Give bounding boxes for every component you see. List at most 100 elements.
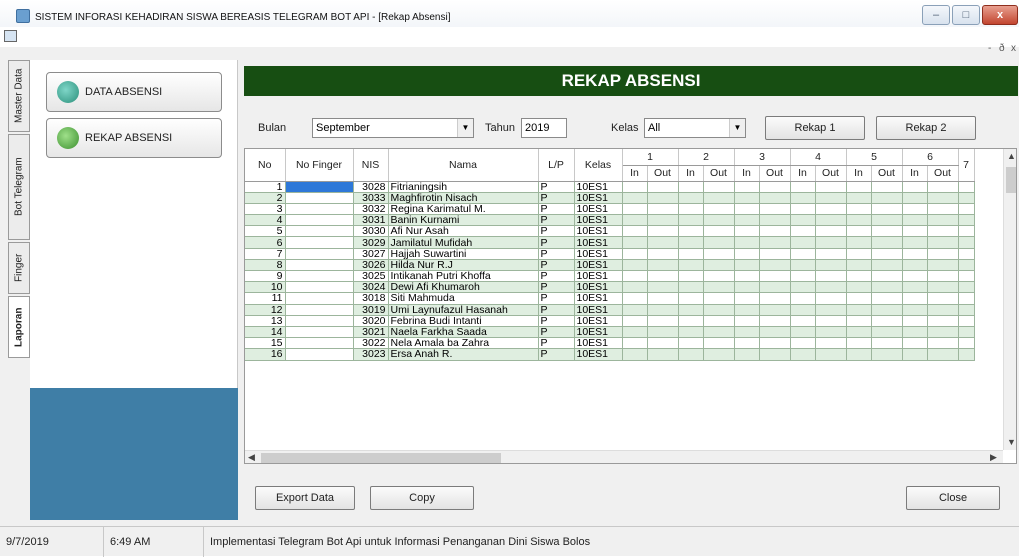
cell-kelas[interactable]: 10ES1 [574, 259, 623, 272]
cell-attendance[interactable] [815, 236, 847, 249]
cell-attendance[interactable] [790, 348, 816, 361]
cell-attendance[interactable] [790, 270, 816, 283]
cell-attendance[interactable] [734, 292, 760, 305]
cell-nama[interactable]: Dewi Afi Khumaroh [388, 281, 539, 294]
cell-attendance[interactable] [927, 292, 959, 305]
tab-master-data[interactable]: Master Data [8, 60, 30, 132]
cell-attendance[interactable] [815, 281, 847, 294]
cell-nis[interactable]: 3022 [353, 337, 389, 350]
data-absensi-button[interactable]: DATA ABSENSI [46, 72, 222, 112]
table-row[interactable]: 16 3023 Ersa Anah R. P 10ES1 [245, 348, 975, 361]
cell-attendance[interactable] [846, 348, 872, 361]
cell-attendance[interactable] [815, 214, 847, 227]
cell-kelas[interactable]: 10ES1 [574, 292, 623, 305]
scroll-left-icon[interactable]: ◀ [248, 452, 255, 463]
cell-kelas[interactable]: 10ES1 [574, 236, 623, 249]
cell-attendance[interactable] [927, 259, 959, 272]
cell-attendance[interactable] [902, 326, 928, 339]
cell-attendance[interactable] [678, 192, 704, 204]
table-row[interactable]: 14 3021 Naela Farkha Saada P 10ES1 [245, 326, 975, 339]
cell-attendance[interactable] [790, 315, 816, 327]
cell-attendance[interactable] [678, 225, 704, 238]
table-row[interactable]: 11 3018 Siti Mahmuda P 10ES1 [245, 292, 975, 305]
cell-lp[interactable]: P [538, 270, 575, 283]
cell-attendance[interactable] [927, 203, 959, 216]
cell-kelas[interactable]: 10ES1 [574, 248, 623, 260]
cell-attendance[interactable] [927, 326, 959, 339]
cell-attendance[interactable] [734, 304, 760, 316]
cell-attendance[interactable] [902, 225, 928, 238]
cell-nama[interactable]: Regina Karimatul M. [388, 203, 539, 216]
table-row[interactable]: 4 3031 Banin Kurnami P 10ES1 [245, 214, 975, 227]
column-header-day-5[interactable]: 5 [846, 149, 903, 166]
cell-attendance[interactable] [815, 259, 847, 272]
cell-no[interactable]: 4 [245, 214, 286, 227]
cell-attendance[interactable] [703, 259, 735, 272]
cell-attendance[interactable] [678, 292, 704, 305]
table-row[interactable]: 5 3030 Afi Nur Asah P 10ES1 [245, 225, 975, 238]
column-header-out[interactable]: Out [815, 165, 847, 182]
cell-nis[interactable]: 3018 [353, 292, 389, 305]
chevron-down-icon[interactable]: ▼ [457, 119, 473, 137]
cell-attendance[interactable] [871, 236, 903, 249]
cell-attendance[interactable] [759, 236, 791, 249]
cell-attendance[interactable] [871, 270, 903, 283]
cell-attendance[interactable] [734, 259, 760, 272]
cell-attendance[interactable] [703, 236, 735, 249]
column-header-day-2[interactable]: 2 [678, 149, 735, 166]
column-header-day-4[interactable]: 4 [790, 149, 847, 166]
cell-attendance[interactable] [958, 236, 975, 249]
column-header-out[interactable]: Out [871, 165, 903, 182]
horizontal-scroll-thumb[interactable] [261, 453, 501, 463]
cell-attendance[interactable] [902, 281, 928, 294]
cell-attendance[interactable] [790, 214, 816, 227]
cell-attendance[interactable] [871, 304, 903, 316]
cell-attendance[interactable] [622, 203, 648, 216]
cell-attendance[interactable] [902, 315, 928, 327]
cell-attendance[interactable] [622, 348, 648, 361]
column-header-in[interactable]: In [734, 165, 760, 182]
cell-attendance[interactable] [846, 304, 872, 316]
cell-attendance[interactable] [927, 236, 959, 249]
tab-bot-telegram[interactable]: Bot Telegram [8, 134, 30, 240]
column-header-day-3[interactable]: 3 [734, 149, 791, 166]
column-header-day-1[interactable]: 1 [622, 149, 679, 166]
cell-attendance[interactable] [759, 259, 791, 272]
cell-lp[interactable]: P [538, 214, 575, 227]
cell-no-finger[interactable] [285, 259, 354, 272]
cell-attendance[interactable] [622, 181, 648, 193]
cell-attendance[interactable] [846, 236, 872, 249]
cell-attendance[interactable] [678, 203, 704, 216]
cell-attendance[interactable] [958, 348, 975, 361]
cell-kelas[interactable]: 10ES1 [574, 348, 623, 361]
cell-no-finger[interactable] [285, 192, 354, 204]
cell-attendance[interactable] [734, 270, 760, 283]
cell-no-finger[interactable] [285, 236, 354, 249]
cell-no-finger[interactable] [285, 270, 354, 283]
cell-attendance[interactable] [759, 281, 791, 294]
cell-no[interactable]: 2 [245, 192, 286, 204]
cell-lp[interactable]: P [538, 304, 575, 316]
cell-lp[interactable]: P [538, 181, 575, 193]
cell-attendance[interactable] [815, 270, 847, 283]
cell-attendance[interactable] [846, 326, 872, 339]
horizontal-scrollbar[interactable]: ◀ ▶ [245, 450, 1003, 463]
cell-no[interactable]: 8 [245, 259, 286, 272]
cell-lp[interactable]: P [538, 348, 575, 361]
cell-attendance[interactable] [759, 337, 791, 350]
minimize-button[interactable]: – [922, 5, 950, 25]
cell-attendance[interactable] [647, 259, 679, 272]
cell-attendance[interactable] [815, 304, 847, 316]
cell-attendance[interactable] [846, 225, 872, 238]
rekap-grid[interactable]: No No Finger NIS Nama L/P Kelas 1 2 3 4 … [244, 148, 1017, 464]
cell-attendance[interactable] [871, 348, 903, 361]
cell-attendance[interactable] [703, 315, 735, 327]
cell-attendance[interactable] [846, 270, 872, 283]
cell-attendance[interactable] [790, 304, 816, 316]
cell-attendance[interactable] [846, 203, 872, 216]
cell-attendance[interactable] [958, 259, 975, 272]
cell-attendance[interactable] [958, 225, 975, 238]
cell-nis[interactable]: 3025 [353, 270, 389, 283]
cell-attendance[interactable] [846, 315, 872, 327]
tahun-input[interactable]: 2019 [521, 118, 567, 138]
